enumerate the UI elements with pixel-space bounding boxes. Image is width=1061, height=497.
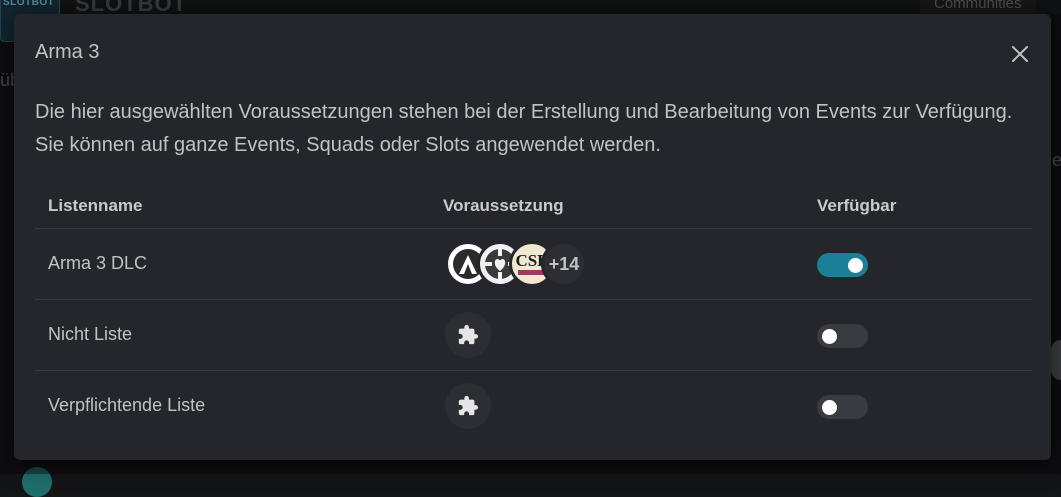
modal-description: Die hier ausgewählten Voraussetzungen st… [35,101,1013,156]
puzzle-icon [445,383,491,429]
table-row: Nicht Liste [35,300,1032,371]
row-name: Nicht Liste [48,324,133,344]
table-header: Listenname Voraussetzung Verfügbar [35,188,1032,229]
header-verfuegbar: Verfügbar [817,196,897,215]
puzzle-icon [445,312,491,358]
table-row: Verpflichtende Liste [35,371,1032,441]
modal-title: Arma 3 [35,41,100,63]
header-listenname: Listenname [48,196,143,215]
row-name: Verpflichtende Liste [48,395,206,415]
row-name: Arma 3 DLC [48,253,148,273]
available-toggle[interactable] [817,253,868,277]
available-toggle[interactable] [817,324,868,348]
requirements-modal: Arma 3 Die hier ausgewählten Voraussetzu… [14,14,1051,460]
toggle-knob [822,400,837,415]
close-icon [1012,46,1028,62]
toggle-knob [848,258,863,273]
table-row: Arma 3 DLC CSL +14 [35,229,1032,300]
toggle-knob [822,329,837,344]
header-voraussetzung: Voraussetzung [443,196,564,215]
close-button[interactable] [1004,38,1036,70]
requirements-table: Listenname Voraussetzung Verfügbar Arma … [35,188,1032,441]
available-toggle[interactable] [817,395,868,419]
more-avatars-badge[interactable]: +14 [541,241,587,287]
